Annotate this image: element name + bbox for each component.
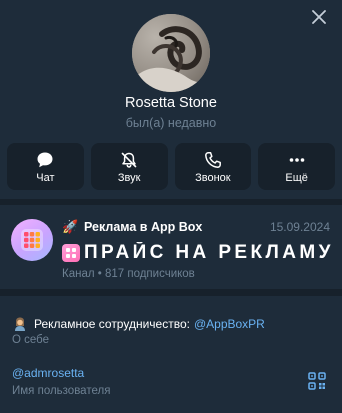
sound-button-label: Звук bbox=[117, 171, 141, 184]
channel-date: 15.09.2024 bbox=[269, 220, 330, 234]
chat-bubble-icon bbox=[36, 150, 54, 170]
bio-text: Рекламное сотрудничество: bbox=[34, 317, 190, 331]
profile-photo bbox=[132, 14, 210, 92]
channel-avatar bbox=[11, 219, 53, 261]
chat-button[interactable]: Чат bbox=[7, 143, 84, 190]
more-button[interactable]: Ещё bbox=[258, 143, 335, 190]
app-grid-icon bbox=[21, 229, 43, 251]
advertising-emoji-icon bbox=[15, 317, 25, 331]
qr-code-icon bbox=[308, 372, 326, 390]
profile-status: был(а) недавно bbox=[125, 116, 217, 130]
divider bbox=[0, 289, 342, 296]
bell-muted-icon bbox=[120, 150, 138, 170]
bio: Рекламное сотрудничество: @AppBoxPR bbox=[12, 316, 265, 332]
call-button-label: Звонок bbox=[195, 171, 231, 184]
channel-title-row: 🚀 Реклама в App Box 15.09.2024 bbox=[62, 219, 330, 237]
channel-title: Реклама в App Box bbox=[84, 220, 203, 234]
close-icon bbox=[312, 10, 326, 24]
channel-message-text: ПРАЙС НА РЕКЛАМУ bbox=[84, 242, 332, 263]
linked-channel-card[interactable]: 🚀 Реклама в App Box 15.09.2024 ПРАЙС НА … bbox=[0, 205, 342, 283]
rocket-icon: 🚀 bbox=[62, 219, 79, 234]
app-badge-icon bbox=[62, 244, 80, 262]
phone-icon bbox=[204, 150, 222, 170]
bio-mention-link[interactable]: @AppBoxPR bbox=[194, 317, 265, 331]
chat-button-label: Чат bbox=[36, 171, 55, 184]
action-bar: Чат Звук Звонок Ещё bbox=[7, 143, 335, 190]
more-button-label: Ещё bbox=[285, 171, 308, 184]
sound-button[interactable]: Звук bbox=[90, 143, 168, 190]
profile-name: Rosetta Stone bbox=[125, 95, 217, 111]
bio-caption: О себе bbox=[12, 334, 50, 346]
qr-code-button[interactable] bbox=[308, 372, 326, 390]
avatar[interactable] bbox=[132, 14, 210, 92]
profile-panel: Rosetta Stone был(а) недавно Чат Звук Зв… bbox=[0, 0, 342, 413]
channel-subscribers: Канал • 817 подписчиков bbox=[62, 268, 195, 280]
username-caption: Имя пользователя bbox=[12, 385, 111, 397]
more-dots-icon bbox=[288, 150, 306, 170]
close-button[interactable] bbox=[308, 6, 330, 28]
channel-last-message: ПРАЙС НА РЕКЛАМУ bbox=[62, 242, 332, 264]
username-link[interactable]: @admrosetta bbox=[12, 366, 84, 380]
call-button[interactable]: Звонок bbox=[174, 143, 252, 190]
